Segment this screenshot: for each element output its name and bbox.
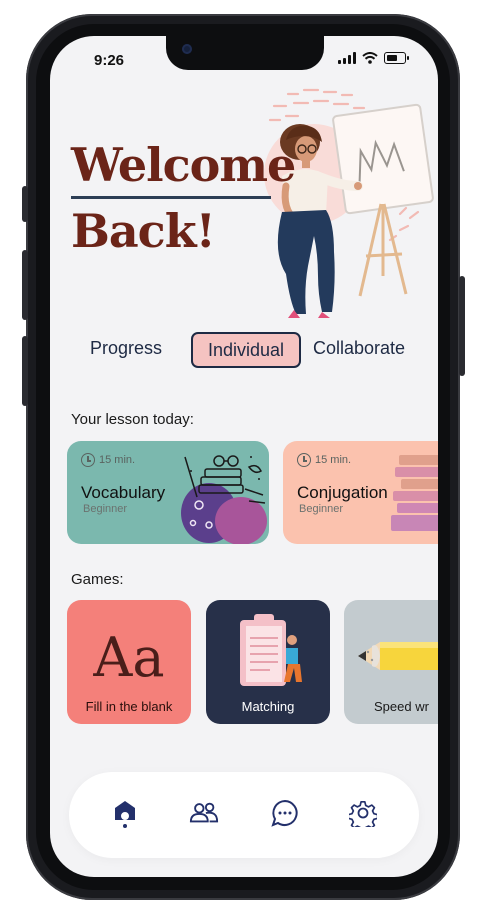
game-label: Fill in the blank bbox=[85, 699, 173, 714]
notch bbox=[166, 36, 324, 70]
battery-icon bbox=[384, 52, 409, 64]
game-card-fill-in-the-blank[interactable]: Aa Fill in the blank bbox=[67, 600, 191, 724]
chat-icon bbox=[271, 799, 298, 827]
games-section-title: Games: bbox=[71, 571, 124, 588]
wifi-icon bbox=[362, 52, 378, 64]
settings-icon bbox=[349, 800, 377, 827]
power-button bbox=[459, 276, 465, 376]
clipboard-illustration bbox=[240, 614, 302, 686]
lesson-card-vocabulary[interactable]: 15 min. Vocabulary Beginner bbox=[67, 441, 269, 544]
book-stack-illustration bbox=[391, 455, 438, 531]
aa-glyph-icon: Aa bbox=[93, 626, 165, 689]
lesson-level: Beginner bbox=[299, 503, 344, 515]
bottom-nav bbox=[69, 772, 419, 858]
duration-text: 15 min. bbox=[315, 454, 352, 466]
clock-icon bbox=[81, 453, 95, 467]
status-icons bbox=[338, 52, 409, 64]
lesson-level: Beginner bbox=[83, 503, 128, 515]
nav-settings[interactable] bbox=[348, 798, 378, 828]
volume-down-button bbox=[22, 336, 28, 406]
nav-people[interactable] bbox=[189, 798, 219, 828]
pencil-icon bbox=[358, 642, 438, 670]
welcome-heading-line2: Back! bbox=[71, 204, 216, 258]
game-label: Matching bbox=[241, 699, 295, 714]
lesson-card-conjugation[interactable]: 15 min. Conjugation Beginner bbox=[283, 441, 438, 544]
mute-switch bbox=[22, 186, 28, 222]
game-card-matching[interactable]: Matching bbox=[206, 600, 330, 724]
volume-up-button bbox=[22, 250, 28, 320]
app-screen: 9:26 Welcome Back! Progress Individual C… bbox=[50, 36, 438, 877]
lesson-title: Vocabulary bbox=[81, 483, 166, 502]
teacher-illustration bbox=[264, 88, 434, 318]
welcome-underline bbox=[71, 196, 271, 199]
tab-bar: Progress Individual Collaborate bbox=[50, 332, 438, 372]
nav-home[interactable] bbox=[110, 798, 140, 828]
people-icon bbox=[189, 802, 219, 823]
lesson-title: Conjugation bbox=[297, 483, 388, 502]
nav-chat[interactable] bbox=[270, 798, 300, 828]
books-illustration bbox=[181, 455, 267, 544]
lesson-duration: 15 min. bbox=[297, 453, 351, 467]
lesson-duration: 15 min. bbox=[81, 453, 135, 467]
tab-individual[interactable]: Individual bbox=[191, 332, 301, 368]
camera-icon bbox=[182, 44, 192, 54]
tab-progress[interactable]: Progress bbox=[90, 338, 162, 359]
clock-icon bbox=[297, 453, 311, 467]
home-icon bbox=[115, 801, 135, 828]
status-time: 9:26 bbox=[94, 52, 125, 69]
duration-text: 15 min. bbox=[99, 454, 136, 466]
welcome-heading-line1: Welcome bbox=[71, 138, 296, 192]
game-label: Speed wr bbox=[374, 699, 429, 714]
signal-icon bbox=[338, 52, 356, 64]
tab-collaborate[interactable]: Collaborate bbox=[313, 338, 405, 359]
lesson-section-title: Your lesson today: bbox=[71, 411, 194, 428]
game-card-speed-writing[interactable]: Speed wr bbox=[344, 600, 438, 724]
